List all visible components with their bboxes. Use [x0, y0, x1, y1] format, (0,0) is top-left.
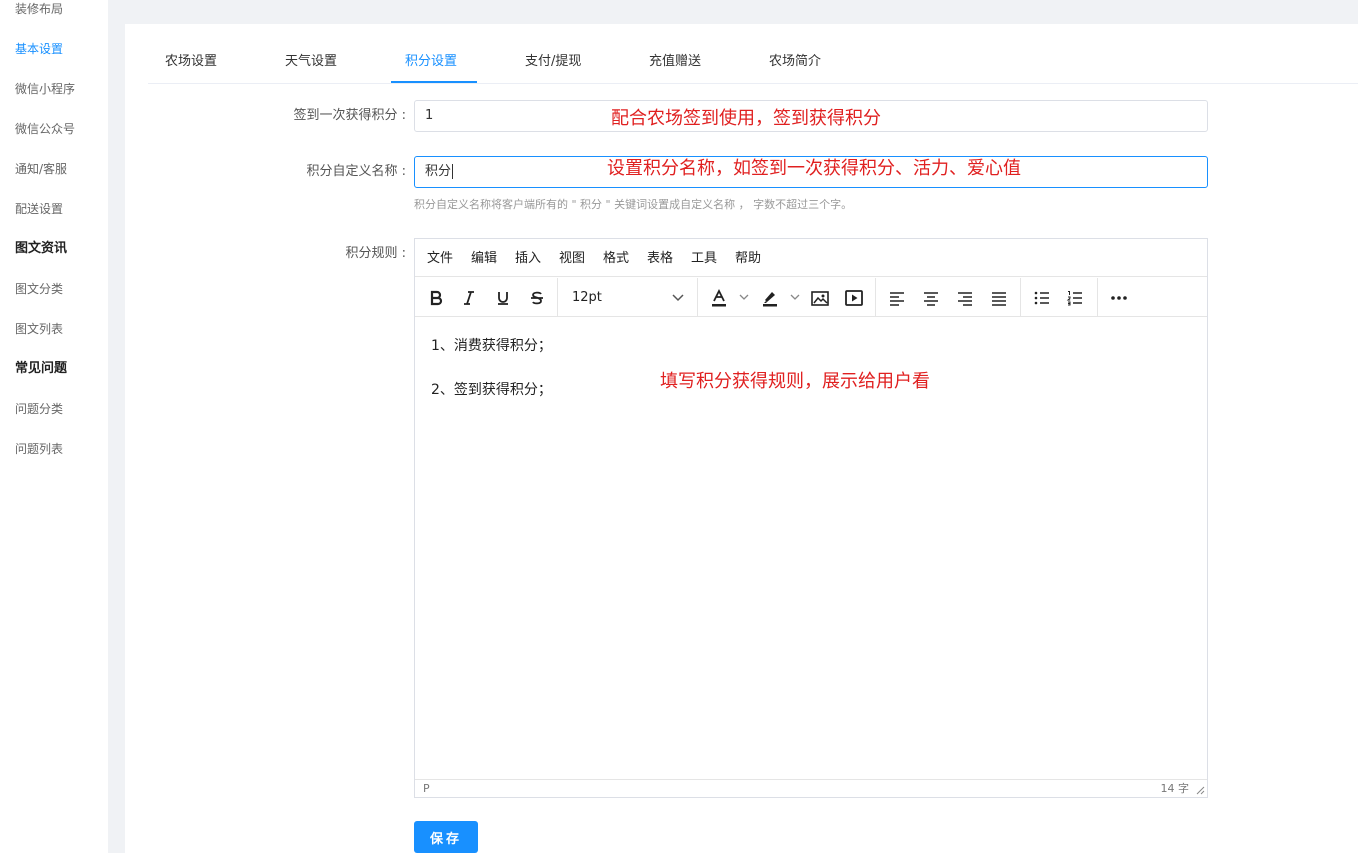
menu-tools[interactable]: 工具 [691, 251, 717, 267]
bullet-list-icon[interactable] [1030, 286, 1054, 310]
menu-file[interactable]: 文件 [427, 251, 453, 267]
bold-icon[interactable] [424, 286, 448, 310]
sidebar-item-faq-list[interactable]: 问题列表 [15, 441, 63, 457]
resize-handle-icon[interactable] [1195, 785, 1205, 795]
word-count: 14 字 [1160, 782, 1190, 795]
sidebar-item-notify-service[interactable]: 通知/客服 [15, 161, 67, 177]
text-color-chevron-icon[interactable] [739, 294, 749, 301]
font-size-select[interactable]: 12pt [572, 286, 692, 310]
toolbar-separator [875, 278, 876, 317]
annotation-signin: 配合农场签到使用，签到获得积分 [611, 108, 881, 129]
font-size-value: 12pt [572, 290, 602, 305]
menu-edit[interactable]: 编辑 [471, 251, 497, 267]
custom-name-label: 积分自定义名称 : [306, 164, 406, 179]
toolbar-separator [697, 278, 698, 317]
rich-text-editor: 文件 编辑 插入 视图 格式 表格 工具 帮助 12pt 1、消费获得积分； 2… [414, 238, 1208, 798]
menu-insert[interactable]: 插入 [515, 251, 541, 267]
sidebar-group-news: 图文资讯 [15, 241, 68, 256]
editor-statusbar: P 14 字 [415, 779, 1207, 797]
menu-view[interactable]: 视图 [559, 251, 585, 267]
tab-weather-settings[interactable]: 天气设置 [285, 54, 337, 70]
toolbar-separator [557, 278, 558, 317]
tab-bar: 农场设置 天气设置 积分设置 支付/提现 充值赠送 农场简介 [148, 24, 1358, 84]
video-icon[interactable] [842, 286, 866, 310]
highlight-chevron-icon[interactable] [790, 294, 800, 301]
justify-icon[interactable] [987, 286, 1011, 310]
text-caret [452, 164, 454, 179]
align-left-icon[interactable] [885, 286, 909, 310]
content-line-1: 1、消费获得积分； [431, 338, 552, 354]
tab-farm-settings[interactable]: 农场设置 [165, 54, 217, 70]
more-icon[interactable] [1107, 286, 1131, 310]
toolbar-separator [1020, 278, 1021, 317]
sidebar-item-wechat-miniprogram[interactable]: 微信小程序 [15, 81, 75, 97]
editor-menubar: 文件 编辑 插入 视图 格式 表格 工具 帮助 [415, 239, 1207, 277]
element-path[interactable]: P [423, 782, 430, 796]
annotation-custom-name: 设置积分名称，如签到一次获得积分、活力、爱心值 [607, 158, 1021, 179]
strikethrough-icon[interactable] [525, 286, 549, 310]
menu-format[interactable]: 格式 [603, 251, 629, 267]
signin-points-label: 签到一次获得积分 : [293, 108, 406, 123]
sidebar-item-decoration[interactable]: 装修布局 [15, 1, 63, 17]
numbered-list-icon[interactable] [1063, 286, 1087, 310]
image-icon[interactable] [808, 286, 832, 310]
underline-icon[interactable] [491, 286, 515, 310]
main-panel: 农场设置 天气设置 积分设置 支付/提现 充值赠送 农场简介 签到一次获得积分 … [125, 24, 1358, 853]
editor-toolbar: 12pt [415, 278, 1207, 317]
sidebar-group-faq: 常见问题 [15, 361, 68, 376]
sidebar: 装修布局 基本设置 微信小程序 微信公众号 通知/客服 配送设置 图文资讯 图文… [0, 0, 108, 853]
content-line-2: 2、签到获得积分； [431, 382, 552, 398]
sidebar-item-news-category[interactable]: 图文分类 [15, 281, 63, 297]
signin-points-value: 1 [425, 108, 434, 123]
tab-farm-intro[interactable]: 农场简介 [769, 54, 821, 70]
menu-help[interactable]: 帮助 [735, 251, 761, 267]
sidebar-item-delivery[interactable]: 配送设置 [15, 201, 63, 217]
sidebar-item-wechat-official[interactable]: 微信公众号 [15, 121, 75, 137]
custom-name-value: 积分 [425, 164, 452, 179]
align-right-icon[interactable] [953, 286, 977, 310]
top-strip [125, 6, 1358, 24]
tab-payment-withdraw[interactable]: 支付/提现 [525, 54, 581, 70]
tab-points-settings[interactable]: 积分设置 [405, 54, 457, 70]
rules-label: 积分规则 : [345, 246, 406, 261]
menu-table[interactable]: 表格 [647, 251, 673, 267]
active-tab-indicator [391, 81, 477, 83]
sidebar-item-faq-category[interactable]: 问题分类 [15, 401, 63, 417]
tab-recharge-gift[interactable]: 充值赠送 [649, 54, 701, 70]
page: 装修布局 基本设置 微信小程序 微信公众号 通知/客服 配送设置 图文资讯 图文… [0, 0, 1358, 853]
toolbar-separator [1097, 278, 1098, 317]
custom-name-hint: 积分自定义名称将客户端所有的 " 积分 " 关键词设置成自定义名称 ， 字数不超… [414, 198, 853, 211]
italic-icon[interactable] [457, 286, 481, 310]
highlight-icon[interactable] [758, 286, 782, 310]
chevron-down-icon [672, 294, 684, 302]
save-button[interactable]: 保存 [414, 821, 478, 853]
annotation-rules: 填写积分获得规则，展示给用户看 [660, 371, 930, 392]
text-color-icon[interactable] [707, 286, 731, 310]
sidebar-item-basic-settings[interactable]: 基本设置 [15, 41, 63, 57]
align-center-icon[interactable] [919, 286, 943, 310]
sidebar-item-news-list[interactable]: 图文列表 [15, 321, 63, 337]
